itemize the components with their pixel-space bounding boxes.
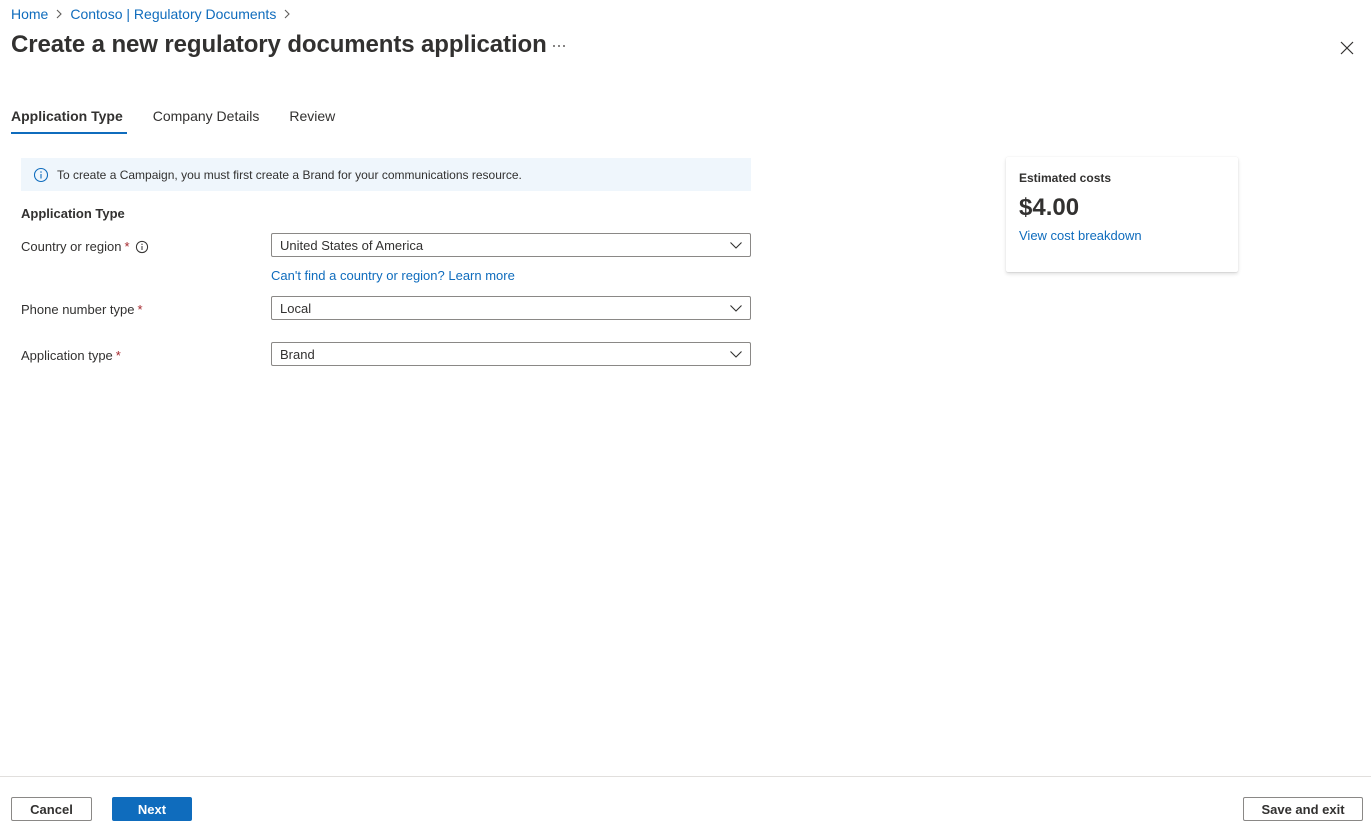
- country-label: Country or region *: [21, 239, 149, 254]
- phone-type-select-value: Local: [280, 300, 312, 316]
- footer-divider: [0, 776, 1371, 777]
- next-button[interactable]: Next: [112, 797, 192, 821]
- phone-type-label: Phone number type *: [21, 302, 143, 317]
- application-type-select[interactable]: Brand: [271, 342, 751, 366]
- more-icon: [553, 45, 565, 47]
- tab-review[interactable]: Review: [289, 106, 335, 134]
- estimated-costs-card: Estimated costs $4.00 View cost breakdow…: [1006, 157, 1238, 272]
- wizard-tabs: Application Type Company Details Review: [11, 106, 365, 134]
- chevron-right-icon: [52, 6, 66, 22]
- breadcrumb-resource-link[interactable]: Contoso | Regulatory Documents: [70, 6, 276, 22]
- chevron-right-icon: [280, 6, 294, 22]
- phone-type-label-text: Phone number type: [21, 302, 135, 317]
- cancel-button[interactable]: Cancel: [11, 797, 92, 821]
- more-actions-button[interactable]: [549, 36, 569, 56]
- phone-type-select[interactable]: Local: [271, 296, 751, 320]
- info-icon[interactable]: [135, 240, 149, 254]
- chevron-down-icon: [728, 237, 744, 253]
- info-icon: [33, 167, 49, 183]
- required-marker: *: [115, 348, 121, 363]
- required-marker: *: [137, 302, 143, 317]
- close-icon: [1340, 41, 1354, 55]
- section-title: Application Type: [21, 206, 125, 221]
- learn-more-link[interactable]: Can't find a country or region? Learn mo…: [271, 268, 515, 283]
- save-and-exit-button[interactable]: Save and exit: [1243, 797, 1363, 821]
- country-label-text: Country or region: [21, 239, 122, 254]
- info-message-bar: To create a Campaign, you must first cre…: [21, 158, 751, 191]
- estimated-costs-title: Estimated costs: [1019, 171, 1112, 185]
- info-message-text: To create a Campaign, you must first cre…: [57, 167, 522, 182]
- tab-company-details[interactable]: Company Details: [153, 106, 260, 134]
- application-type-label-text: Application type: [21, 348, 113, 363]
- close-button[interactable]: [1336, 37, 1358, 59]
- breadcrumb: Home Contoso | Regulatory Documents: [11, 6, 298, 22]
- view-cost-breakdown-link[interactable]: View cost breakdown: [1019, 228, 1142, 243]
- breadcrumb-home-link[interactable]: Home: [11, 6, 48, 22]
- country-select[interactable]: United States of America: [271, 233, 751, 257]
- application-type-label: Application type *: [21, 348, 121, 363]
- chevron-down-icon: [728, 346, 744, 362]
- chevron-down-icon: [728, 300, 744, 316]
- required-marker: *: [124, 239, 130, 254]
- application-type-select-value: Brand: [280, 346, 315, 362]
- page-title: Create a new regulatory documents applic…: [11, 31, 547, 58]
- estimated-costs-amount: $4.00: [1019, 194, 1080, 221]
- tab-application-type[interactable]: Application Type: [11, 106, 127, 134]
- country-select-value: United States of America: [280, 237, 424, 253]
